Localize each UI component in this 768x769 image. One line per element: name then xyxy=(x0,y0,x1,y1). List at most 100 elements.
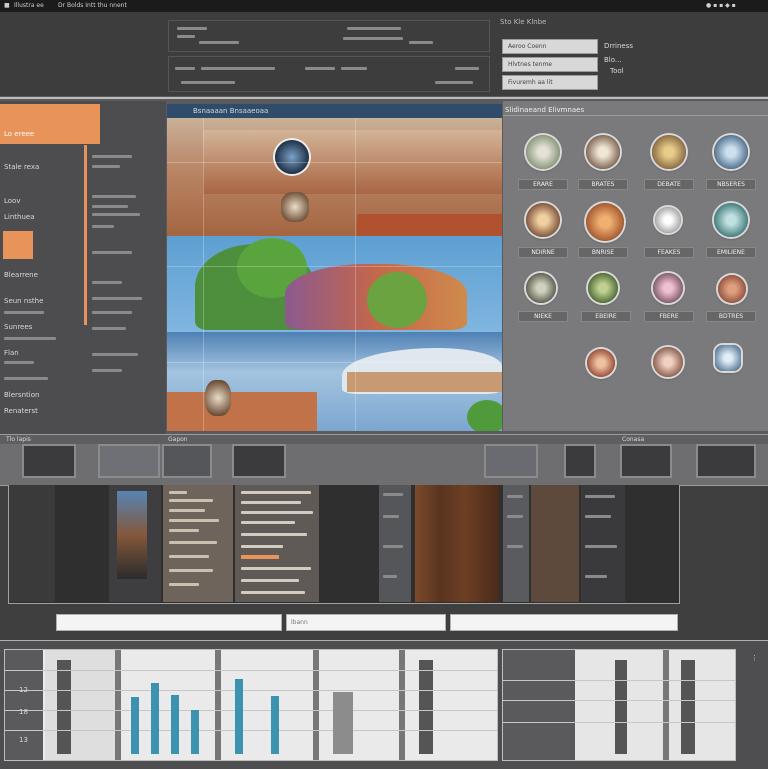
layer-item-5[interactable]: Seun nsthe xyxy=(4,297,43,305)
media-library: Slidinaeand Elivmnaes ERARE BRATES DEBAT… xyxy=(503,101,768,431)
filmstrip-label-3: Conasa xyxy=(622,436,645,443)
media-label-4: NBSERES xyxy=(706,179,756,190)
media-thumb-5[interactable] xyxy=(526,203,560,237)
media-thumb-13[interactable] xyxy=(587,349,615,377)
scroll-column xyxy=(379,485,411,602)
chart-main: 12 18 13 xyxy=(4,649,498,761)
frame-5[interactable] xyxy=(484,444,538,478)
menu-bar: ■ Illustra ee Dr Bolds Intt thu nnent ● … xyxy=(0,0,768,12)
input-field-3[interactable] xyxy=(450,614,678,631)
media-thumb-14[interactable] xyxy=(653,347,683,377)
properties-panels xyxy=(8,485,680,604)
highlight-line xyxy=(241,555,279,559)
media-thumb-11[interactable] xyxy=(653,273,683,303)
toolbar-row-2 xyxy=(168,56,490,92)
menu-app-name[interactable]: Illustra ee xyxy=(14,0,44,12)
media-thumb-1[interactable] xyxy=(526,135,560,169)
selected-swatch[interactable] xyxy=(3,231,33,259)
bar-group-2 xyxy=(235,650,295,754)
media-thumb-10[interactable] xyxy=(588,273,618,303)
dark-column-1 xyxy=(57,660,71,754)
layer-item-2[interactable]: Loov xyxy=(4,197,21,205)
scroll-indicator[interactable] xyxy=(84,145,87,325)
side-label-3: Tool xyxy=(610,67,624,75)
filmstrip-label-1: Tlo lapis xyxy=(6,436,31,443)
chart-bar xyxy=(271,696,279,754)
media-label-11: FBERE xyxy=(644,311,694,322)
media-thumb-3[interactable] xyxy=(652,135,686,169)
layer-item-7[interactable]: Flan xyxy=(4,349,19,357)
side-label-2: Blo... xyxy=(604,56,622,64)
layer-item-8[interactable]: Blersntion xyxy=(4,391,39,399)
side-label-1: Drriness xyxy=(604,42,634,50)
top-header-text: Sto Kle Klnbe xyxy=(500,18,547,26)
media-thumb-9[interactable] xyxy=(526,273,556,303)
preview-column xyxy=(109,485,161,602)
media-label-9: NIEKE xyxy=(518,311,568,322)
media-label-10: EBEIRE xyxy=(581,311,631,322)
media-label-5: NDIRNE xyxy=(518,247,568,258)
code-column-2 xyxy=(235,485,319,602)
texture-preview-2 xyxy=(531,485,579,602)
dark-column-2 xyxy=(419,660,433,754)
image-canvas[interactable]: Bsnaaaan Bnsaaeoaa xyxy=(167,104,502,431)
media-label-7: FEAKES xyxy=(644,247,694,258)
properties-toolbar: Sto Kle Klnbe Aeroo Coenn Hlvtnes tenme … xyxy=(0,12,768,97)
charts-area: 12 18 13 ⋮ xyxy=(0,640,768,769)
frame-4[interactable] xyxy=(232,444,286,478)
media-thumb-15[interactable] xyxy=(715,345,741,371)
field-2[interactable]: Hlvtnes tenme xyxy=(502,57,598,72)
filmstrip-label-2: Gapon xyxy=(168,436,188,443)
frame-7[interactable] xyxy=(620,444,672,478)
character-sprite xyxy=(117,491,147,579)
frame-3[interactable] xyxy=(162,444,212,478)
layer-item-3[interactable]: Linthuea xyxy=(4,213,35,221)
media-thumb-7[interactable] xyxy=(655,207,681,233)
chart-bar xyxy=(191,710,199,754)
panel-header-tab[interactable]: Lo ereee xyxy=(0,104,100,144)
frame-8[interactable] xyxy=(696,444,756,478)
globe-icon xyxy=(275,140,309,174)
chart-bar xyxy=(171,695,179,754)
layer-item-9[interactable]: Renaterst xyxy=(4,407,38,415)
bar-group-1 xyxy=(131,650,211,754)
frame-6[interactable] xyxy=(564,444,596,478)
filmstrip: Tlo lapis Gapon Conasa xyxy=(0,434,768,486)
frame-1[interactable] xyxy=(22,444,76,478)
code-column-1 xyxy=(163,485,233,602)
chart-secondary: ⋮ xyxy=(502,649,758,761)
media-thumb-4[interactable] xyxy=(714,135,748,169)
field-1[interactable]: Aeroo Coenn xyxy=(502,39,598,54)
chart-bar xyxy=(333,692,353,754)
media-label-12: BDTRES xyxy=(706,311,756,322)
layers-panel: Lo ereee Stale rexa Loov Linthuea Blearr… xyxy=(0,101,166,435)
status-icons: ● ▪ ▪ ◆ ▪ xyxy=(706,2,736,9)
input-field-1[interactable] xyxy=(56,614,282,631)
media-thumb-2[interactable] xyxy=(586,135,620,169)
menu-items[interactable]: Dr Bolds Intt thu nnent xyxy=(58,0,127,12)
media-header: Slidinaeand Elivmnaes xyxy=(505,106,585,114)
media-thumb-8[interactable] xyxy=(714,203,748,237)
chart-bar xyxy=(235,679,243,754)
media-thumb-12[interactable] xyxy=(718,275,746,303)
y-tick-3: 13 xyxy=(19,736,28,744)
layer-item-4[interactable]: Blearrene xyxy=(4,271,38,279)
canvas-title-bar: Bsnaaaan Bnsaaeoaa xyxy=(167,104,502,118)
input-field-2[interactable]: lbann xyxy=(286,614,446,631)
frame-2[interactable] xyxy=(98,444,160,478)
figure-image xyxy=(281,192,309,222)
editor-area: Lo ereee Stale rexa Loov Linthuea Blearr… xyxy=(0,97,768,435)
chart-menu-icon[interactable]: ⋮ xyxy=(751,654,758,662)
layer-item-6[interactable]: Sunrees xyxy=(4,323,32,331)
field-3[interactable]: Fivuremh aa lit xyxy=(502,75,598,90)
y-axis-panel: 12 18 13 xyxy=(5,650,43,760)
media-label-8: EMILIENE xyxy=(706,247,756,258)
bar-group-3 xyxy=(333,650,363,754)
media-thumb-6[interactable] xyxy=(586,203,624,241)
chart-bar xyxy=(131,697,139,754)
toolbar-row-1 xyxy=(168,20,490,52)
media-label-6: BNRISE xyxy=(578,247,628,258)
layer-item-1[interactable]: Stale rexa xyxy=(4,163,39,171)
media-label-1: ERARE xyxy=(518,179,568,190)
apple-icon[interactable]: ■ xyxy=(4,0,10,12)
